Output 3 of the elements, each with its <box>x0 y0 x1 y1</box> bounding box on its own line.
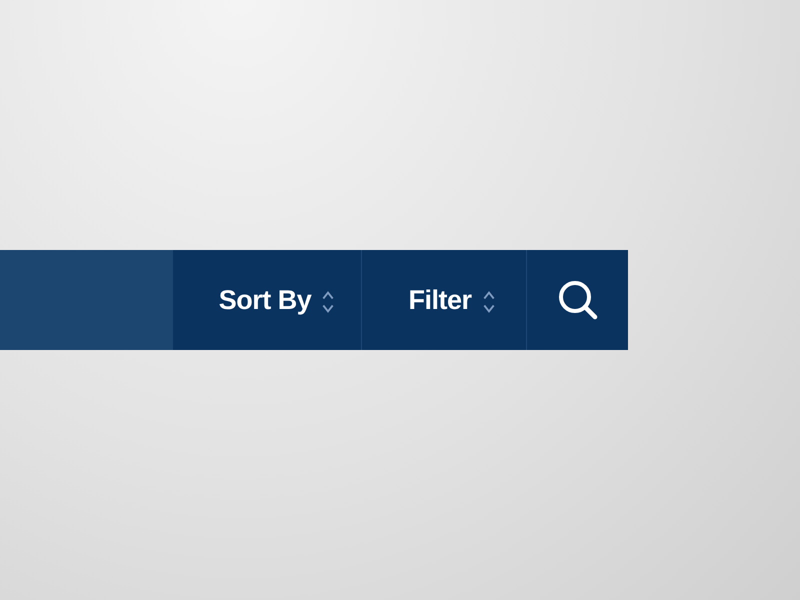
up-down-caret-icon <box>482 289 496 315</box>
up-down-caret-icon <box>321 289 336 315</box>
search-icon <box>558 280 598 320</box>
